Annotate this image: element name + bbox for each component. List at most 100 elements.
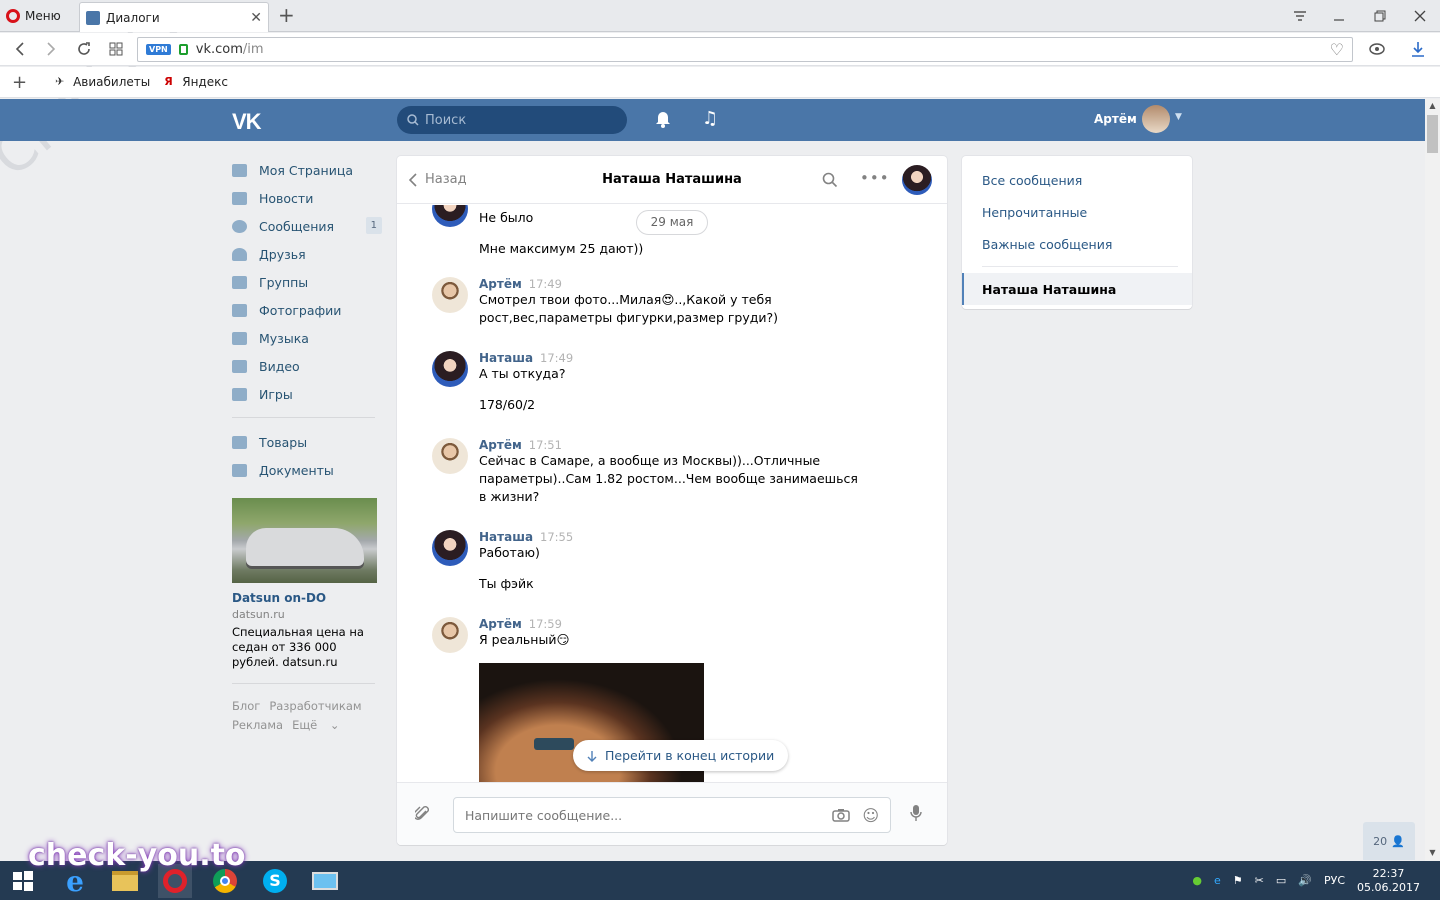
notifications-bell-icon[interactable] xyxy=(655,110,671,128)
avatar[interactable] xyxy=(432,205,468,227)
sidebar-item-my-page[interactable]: Моя Страница xyxy=(232,156,382,184)
scrollbar-thumb[interactable] xyxy=(1427,115,1438,153)
clock[interactable]: 22:37 05.06.2017 xyxy=(1357,867,1420,895)
message-time[interactable]: 17:49 xyxy=(529,277,562,291)
search-input[interactable]: Поиск xyxy=(397,106,627,134)
online-friends-counter[interactable]: 20 👤 xyxy=(1363,822,1415,860)
message-author[interactable]: Наташа xyxy=(479,530,533,544)
scroll-down-icon[interactable]: ▼ xyxy=(1425,846,1440,860)
scroll-up-icon[interactable]: ▲ xyxy=(1425,99,1440,113)
message-author[interactable]: Наташа xyxy=(479,351,533,365)
new-tab-icon[interactable]: + xyxy=(278,5,295,25)
sidebar-item-news[interactable]: Новости xyxy=(232,184,382,212)
avatar[interactable] xyxy=(432,351,468,387)
paperclip-icon[interactable] xyxy=(415,805,429,823)
menu-active-dialog[interactable]: Наташа Наташина xyxy=(962,273,1192,305)
vk-logo[interactable]: VK xyxy=(232,109,262,135)
browser-tab[interactable]: Диалоги ✕ xyxy=(79,2,269,32)
sidebar-item-games[interactable]: Игры xyxy=(232,380,382,408)
message-item[interactable]: Артём 17:51 Сейчас в Самаре, а вообще из … xyxy=(432,438,912,506)
message-item[interactable]: Артём 17:49 Смотрел твои фото...Милая😍..,… xyxy=(432,277,912,327)
tab-menu-icon[interactable] xyxy=(1290,6,1310,26)
sidebar-item-video[interactable]: Видео xyxy=(232,352,382,380)
scroll-to-end-button[interactable]: Перейти в конец истории xyxy=(573,740,789,771)
message-item[interactable]: Артём 17:59 Я реальный😏 xyxy=(432,617,912,782)
add-bookmark-icon[interactable]: + xyxy=(12,72,27,93)
message-time[interactable]: 17:55 xyxy=(540,530,573,544)
skype-icon[interactable]: S xyxy=(258,864,292,898)
download-icon[interactable] xyxy=(1408,39,1428,59)
microphone-icon[interactable] xyxy=(910,804,922,822)
message-item[interactable]: Наташа 17:55 Работаю) Ты фэйк xyxy=(432,530,912,593)
dialog-avatar[interactable] xyxy=(902,165,932,195)
header-user-name[interactable]: Артём xyxy=(1094,112,1137,126)
volume-icon[interactable]: 🔊 xyxy=(1298,874,1312,887)
network-icon[interactable]: ▭ xyxy=(1276,874,1286,887)
tray-tools-icon[interactable]: ✂ xyxy=(1255,874,1264,887)
action-center-flag-icon[interactable]: ⚑ xyxy=(1233,874,1243,887)
more-actions-icon[interactable]: ••• xyxy=(860,169,890,187)
sidebar-item-friends[interactable]: Друзья xyxy=(232,240,382,268)
avatar[interactable] xyxy=(432,438,468,474)
menu-all-messages[interactable]: Все сообщения xyxy=(962,164,1192,196)
page-scrollbar[interactable] xyxy=(1425,99,1440,861)
message-text: Мне максимум 25 дают)) xyxy=(479,241,644,256)
video-icon xyxy=(232,359,247,373)
message-history[interactable]: 29 мая Не было Мне максимум 25 дают)) Ар… xyxy=(397,205,947,782)
sidebar-item-music[interactable]: Музыка xyxy=(232,324,382,352)
message-time[interactable]: 17:51 xyxy=(529,438,562,452)
lock-icon[interactable] xyxy=(178,44,188,55)
sidebar-item-documents[interactable]: Документы xyxy=(232,456,382,484)
tray-app-icon[interactable]: ● xyxy=(1192,874,1202,887)
music-player-icon[interactable]: ♫ xyxy=(702,108,718,129)
footer-link-more[interactable]: Ещё ⌄ xyxy=(292,718,339,732)
message-input[interactable]: Напишите сообщение... ☺ xyxy=(453,797,891,833)
url-field[interactable]: VPN vk.com/im ♡ xyxy=(137,37,1353,62)
language-indicator[interactable]: РУС xyxy=(1324,874,1345,887)
chevron-down-icon[interactable]: ▼ xyxy=(1175,112,1182,122)
vpn-icon[interactable] xyxy=(1367,39,1387,59)
message-author[interactable]: Артём xyxy=(479,617,522,631)
footer-link-developers[interactable]: Разработчикам xyxy=(269,699,361,713)
back-button[interactable]: Назад xyxy=(409,172,467,187)
opera-menu-button[interactable]: Меню xyxy=(6,6,61,26)
tab-close-icon[interactable]: ✕ xyxy=(250,11,262,25)
sidebar-item-messages[interactable]: Сообщения 1 xyxy=(232,212,382,240)
sidebar-item-market[interactable]: Товары xyxy=(232,428,382,456)
sidebar-item-groups[interactable]: Группы xyxy=(232,268,382,296)
avatar[interactable] xyxy=(432,530,468,566)
dialog-search-icon[interactable] xyxy=(822,172,838,188)
message-author[interactable]: Артём xyxy=(479,438,522,452)
reload-icon[interactable] xyxy=(74,39,94,59)
footer-link-ads[interactable]: Реклама xyxy=(232,718,283,732)
bookmark-heart-icon[interactable]: ♡ xyxy=(1330,40,1344,59)
sidebar-ad[interactable]: Datsun on-DO datsun.ru Специальная цена … xyxy=(232,498,377,670)
forward-arrow-icon[interactable] xyxy=(41,39,61,59)
sidebar-item-photos[interactable]: Фотографии xyxy=(232,296,382,324)
bookmark-yandex[interactable]: Я Яндекс xyxy=(164,75,228,89)
avatar[interactable] xyxy=(432,277,468,313)
vpn-badge[interactable]: VPN xyxy=(146,44,171,55)
menu-important[interactable]: Важные сообщения xyxy=(962,228,1192,260)
message-time[interactable]: 17:49 xyxy=(540,351,573,365)
footer-link-blog[interactable]: Блог xyxy=(232,699,260,713)
back-arrow-icon[interactable] xyxy=(10,39,30,59)
ad-title[interactable]: Datsun on-DO xyxy=(232,591,377,605)
speed-dial-icon[interactable] xyxy=(106,39,126,59)
message-item[interactable]: Не было Мне максимум 25 дают)) xyxy=(432,205,912,258)
camera-icon[interactable] xyxy=(832,808,851,822)
desktop-icon[interactable] xyxy=(308,864,342,898)
message-author[interactable]: Артём xyxy=(479,277,522,291)
menu-unread[interactable]: Непрочитанные xyxy=(962,196,1192,228)
ad-image[interactable] xyxy=(232,498,377,583)
minimize-icon[interactable] xyxy=(1329,6,1349,26)
message-item[interactable]: Наташа 17:49 А ты откуда? 178/60/2 xyxy=(432,351,912,414)
avatar[interactable] xyxy=(432,617,468,653)
bookmark-aviabilety[interactable]: ✈ Авиабилеты xyxy=(55,75,150,89)
message-time[interactable]: 17:59 xyxy=(529,617,562,631)
smile-icon[interactable]: ☺ xyxy=(862,806,879,825)
header-avatar[interactable] xyxy=(1142,105,1170,133)
close-window-icon[interactable] xyxy=(1410,6,1430,26)
restore-icon[interactable] xyxy=(1370,6,1390,26)
tray-edge-icon[interactable]: e xyxy=(1214,874,1221,887)
